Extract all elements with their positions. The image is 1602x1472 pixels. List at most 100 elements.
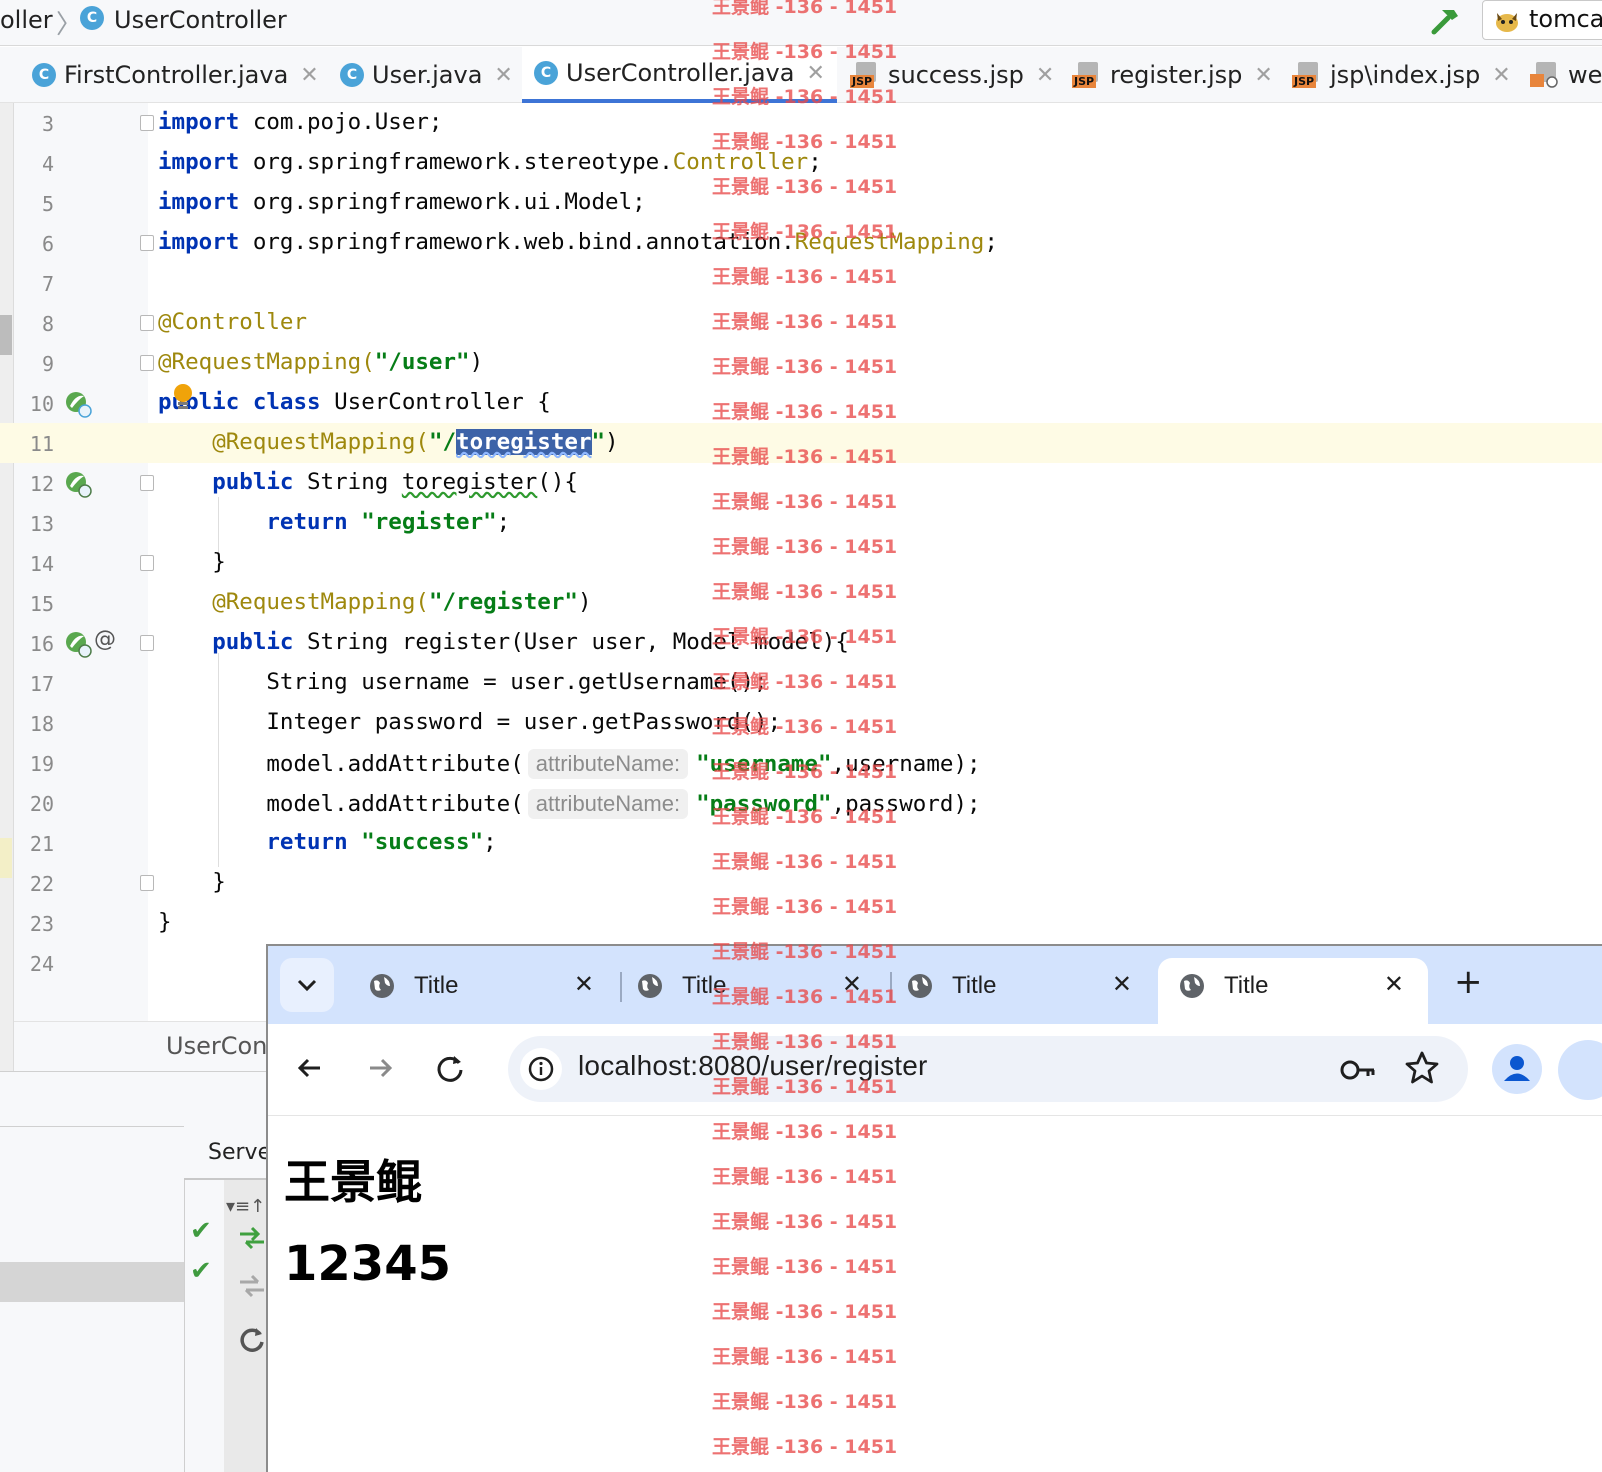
checkmark-icon: ✔ xyxy=(190,1256,212,1286)
close-icon[interactable]: ✕ xyxy=(494,63,512,88)
browser-tab-active[interactable]: Title ✕ xyxy=(1158,958,1428,1024)
refresh-icon[interactable] xyxy=(236,1324,268,1356)
address-url: localhost:8080/user/register xyxy=(578,1050,928,1081)
line-number: 15 xyxy=(29,592,54,616)
site-info-button[interactable] xyxy=(520,1048,562,1090)
deploy-arrows-icon[interactable] xyxy=(236,1222,268,1254)
intention-bulb-icon[interactable] xyxy=(172,383,194,413)
code-line: 6 import org.springframework.web.bind.an… xyxy=(0,223,1602,263)
tab-user-java[interactable]: C User.java ✕ xyxy=(328,47,525,103)
code-line: 14 } xyxy=(0,543,1602,583)
address-bar[interactable]: localhost:8080/user/register xyxy=(508,1036,1468,1102)
tab-usercontroller-java[interactable]: C UserController.java ✕ xyxy=(522,47,837,103)
code-line: 9 @RequestMapping("/user") xyxy=(0,343,1602,383)
close-icon[interactable]: ✕ xyxy=(1254,63,1272,88)
run-configuration-selector[interactable]: tomca xyxy=(1482,0,1602,40)
java-class-icon: C xyxy=(80,6,104,30)
breadcrumb-chevron-icon: 〉 xyxy=(56,10,83,40)
fold-marker-icon[interactable] xyxy=(140,555,154,571)
code-text: String username = user.getUsername(); xyxy=(266,669,768,695)
page-password: 12345 xyxy=(284,1236,451,1292)
jsp-file-icon: JSP xyxy=(1072,62,1102,88)
tab-register-jsp[interactable]: JSP register.jsp ✕ xyxy=(1060,47,1285,103)
parameter-hint: attributeName: xyxy=(527,749,689,779)
password-key-icon[interactable] xyxy=(1338,1050,1378,1090)
line-number: 22 xyxy=(29,872,54,896)
fold-marker-icon[interactable] xyxy=(140,635,154,651)
undeploy-arrows-icon[interactable] xyxy=(236,1270,268,1302)
line-number: 4 xyxy=(41,152,54,176)
tab-label: FirstController.java xyxy=(64,61,289,89)
tab-label: Serve xyxy=(208,1140,272,1165)
new-tab-button[interactable]: + xyxy=(1454,962,1483,1002)
browser-tab-title: Title xyxy=(682,972,727,999)
tab-web-xml[interactable]: wel xyxy=(1518,47,1602,103)
fold-marker-icon[interactable] xyxy=(140,475,154,491)
line-number: 19 xyxy=(29,752,54,776)
close-icon[interactable]: ✕ xyxy=(842,970,862,998)
code-line: 12 public String toregister(){ xyxy=(0,463,1602,503)
line-number: 14 xyxy=(29,552,54,576)
close-icon[interactable]: ✕ xyxy=(1036,63,1054,88)
at-symbol-icon[interactable]: @ xyxy=(94,627,116,652)
line-number: 10 xyxy=(29,392,54,416)
browser-tab[interactable]: Title ✕ xyxy=(616,958,886,1024)
tomcat-icon xyxy=(1496,13,1518,32)
reload-icon[interactable] xyxy=(430,1048,470,1088)
code-text: public class UserController { xyxy=(158,389,551,415)
code-text: @RequestMapping("/toregister") xyxy=(212,429,619,455)
code-line: 15 @RequestMapping("/register") xyxy=(0,583,1602,623)
java-class-icon: C xyxy=(32,63,56,87)
tab-index-jsp[interactable]: JSP jsp\index.jsp ✕ xyxy=(1280,47,1523,103)
close-icon[interactable]: ✕ xyxy=(1492,63,1510,88)
tab-label: User.java xyxy=(372,61,483,89)
line-number: 20 xyxy=(29,792,54,816)
close-icon[interactable]: ✕ xyxy=(574,970,594,998)
code-text: return "register"; xyxy=(266,509,511,535)
browser-tab[interactable]: Title ✕ xyxy=(886,958,1156,1024)
code-line-current: 11 @RequestMapping("/toregister") xyxy=(0,423,1602,463)
line-number: 21 xyxy=(29,832,54,856)
fold-marker-icon[interactable] xyxy=(140,115,154,131)
globe-icon xyxy=(908,974,932,998)
fold-marker-icon[interactable] xyxy=(140,875,154,891)
chevron-down-icon xyxy=(297,979,317,992)
tab-search-button[interactable] xyxy=(280,958,334,1012)
browser-tab[interactable]: Title ✕ xyxy=(348,958,618,1024)
tab-label: success.jsp xyxy=(888,61,1024,89)
line-number: 6 xyxy=(41,232,54,256)
code-text: } xyxy=(158,909,172,935)
tool-options-icon[interactable]: ▾≡↑ xyxy=(226,1196,265,1217)
profile-avatar-button[interactable] xyxy=(1492,1044,1542,1094)
fold-marker-icon[interactable] xyxy=(140,355,154,371)
build-hammer-icon[interactable] xyxy=(1428,4,1464,40)
code-text: @RequestMapping("/register") xyxy=(212,589,592,615)
line-number: 16 xyxy=(29,632,54,656)
editor-breadcrumb-label[interactable]: UserCont xyxy=(166,1032,277,1060)
spring-request-mapping-icon[interactable] xyxy=(64,630,92,658)
tool-sidebar-selection[interactable] xyxy=(0,1262,184,1302)
spring-bean-icon[interactable] xyxy=(64,390,92,418)
tab-success-jsp[interactable]: JSP success.jsp ✕ xyxy=(838,47,1066,103)
fold-marker-icon[interactable] xyxy=(140,235,154,251)
java-class-icon: C xyxy=(534,61,558,85)
code-text: } xyxy=(212,869,226,895)
code-text: public String toregister(){ xyxy=(212,469,578,495)
bookmark-star-icon[interactable] xyxy=(1402,1048,1442,1088)
tab-firstcontroller-java[interactable]: C FirstController.java ✕ xyxy=(20,47,331,103)
back-arrow-icon[interactable] xyxy=(290,1048,330,1088)
browser-side-button[interactable] xyxy=(1558,1040,1602,1100)
forward-arrow-icon[interactable] xyxy=(360,1048,400,1088)
line-number: 3 xyxy=(41,112,54,136)
web-xml-icon xyxy=(1530,62,1558,88)
close-icon[interactable]: ✕ xyxy=(1112,970,1132,998)
line-number: 23 xyxy=(29,912,54,936)
breadcrumb-item-parent[interactable]: oller xyxy=(0,6,53,34)
close-icon[interactable]: ✕ xyxy=(806,61,824,86)
fold-marker-icon[interactable] xyxy=(140,315,154,331)
close-icon[interactable]: ✕ xyxy=(1384,970,1404,998)
spring-request-mapping-icon[interactable] xyxy=(64,470,92,498)
close-icon[interactable]: ✕ xyxy=(300,63,318,88)
globe-icon xyxy=(370,974,394,998)
breadcrumb-item-current[interactable]: UserController xyxy=(114,6,287,34)
